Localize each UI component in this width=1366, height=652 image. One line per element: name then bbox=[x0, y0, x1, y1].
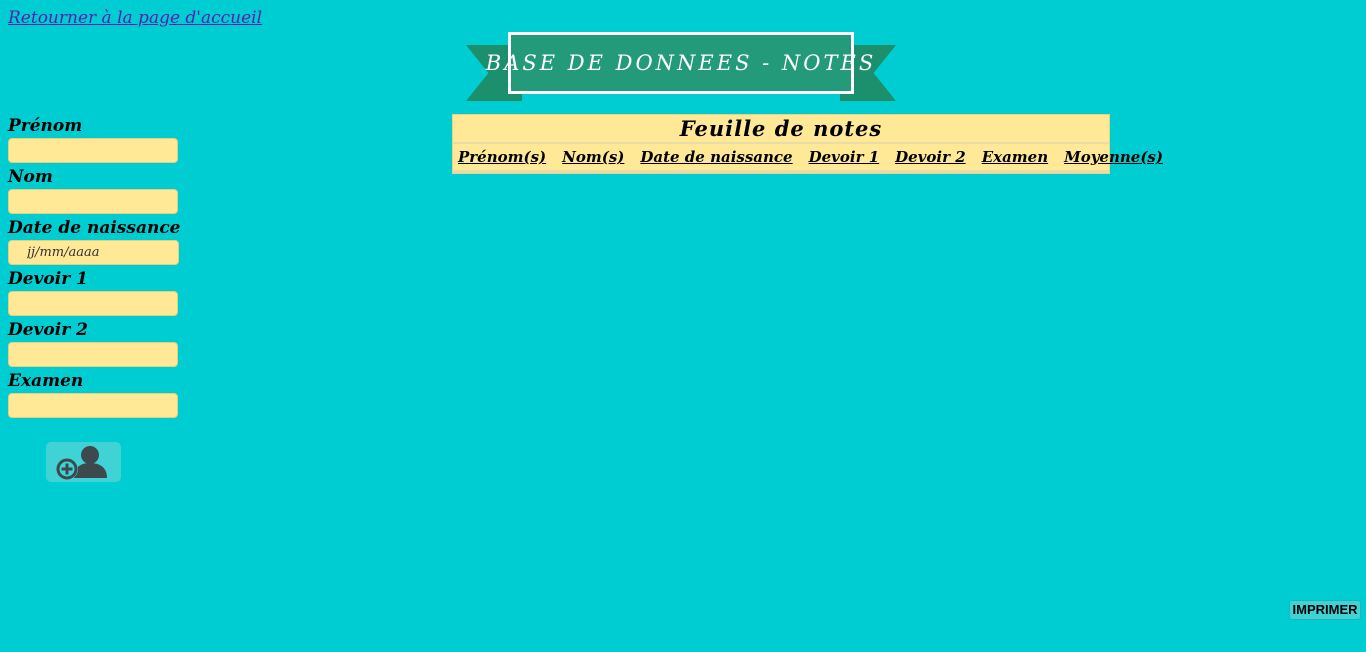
page-title-banner: BASE DE DONNEES - NOTES bbox=[486, 32, 873, 94]
column-header-homework-2: Devoir 2 bbox=[895, 148, 966, 166]
column-header-last-name: Nom(s) bbox=[562, 148, 625, 166]
column-header-first-name: Prénom(s) bbox=[458, 148, 547, 166]
first-name-input[interactable] bbox=[8, 138, 178, 163]
print-button[interactable]: IMPRIMER bbox=[1289, 600, 1361, 620]
homework-1-label: Devoir 1 bbox=[8, 269, 88, 289]
homework-2-label: Devoir 2 bbox=[8, 320, 88, 340]
home-link[interactable]: Retourner à la page d'accueil bbox=[8, 8, 262, 28]
homework-2-input[interactable] bbox=[8, 342, 178, 367]
column-header-exam: Examen bbox=[981, 148, 1049, 166]
student-form: Prénom Nom Date de naissance Devoir 1 De… bbox=[8, 116, 198, 422]
table-header-row: Prénom(s) Nom(s) Date de naissance Devoi… bbox=[453, 144, 1163, 173]
add-user-icon bbox=[56, 446, 107, 480]
last-name-input[interactable] bbox=[8, 189, 178, 214]
column-header-birth-date: Date de naissance bbox=[640, 148, 793, 166]
first-name-label: Prénom bbox=[8, 116, 83, 136]
exam-label: Examen bbox=[8, 371, 84, 391]
birth-date-input[interactable] bbox=[8, 240, 179, 265]
exam-input[interactable] bbox=[8, 393, 178, 418]
birth-date-label: Date de naissance bbox=[8, 218, 181, 238]
add-student-button[interactable] bbox=[46, 442, 121, 482]
homework-1-input[interactable] bbox=[8, 291, 178, 316]
column-header-average: Moyenne(s) bbox=[1064, 148, 1163, 166]
grade-sheet-table: Feuille de notes Prénom(s) Nom(s) Date d… bbox=[452, 114, 1163, 174]
last-name-label: Nom bbox=[8, 167, 53, 187]
table-title: Feuille de notes bbox=[453, 115, 1109, 144]
page-title: BASE DE DONNEES - NOTES bbox=[485, 51, 877, 75]
column-header-homework-1: Devoir 1 bbox=[808, 148, 880, 166]
